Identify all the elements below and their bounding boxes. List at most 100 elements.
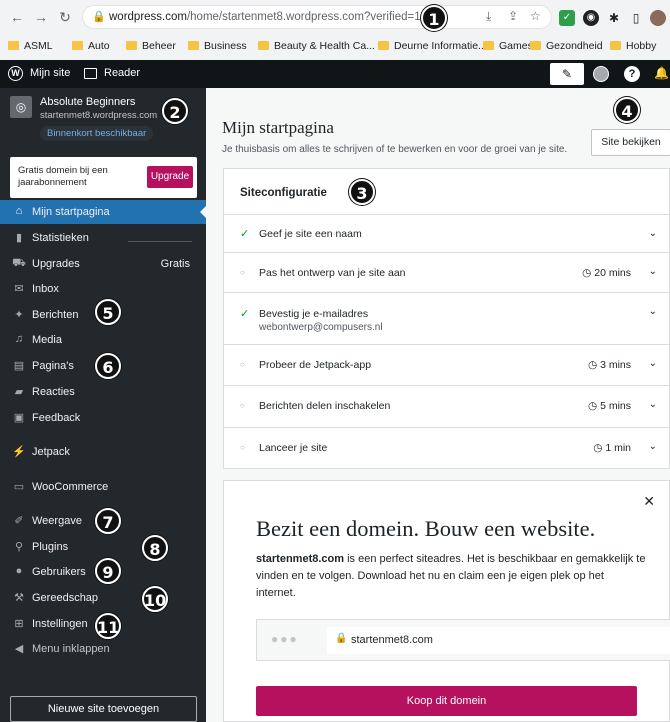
task-label: Probeer de Jetpack-app: [259, 359, 372, 371]
forward-icon[interactable]: →: [32, 8, 50, 26]
task-time: ◷ 5 mins: [587, 400, 631, 412]
write-button[interactable]: ✎: [550, 63, 584, 85]
task-time: ◷ 20 mins: [582, 267, 631, 279]
task-email: webontwerp@compusers.nl: [259, 322, 383, 333]
help-icon[interactable]: ?: [624, 66, 640, 82]
profile-avatar[interactable]: [650, 10, 666, 26]
bookmark-item[interactable]: ASML: [8, 40, 53, 52]
sidebar-item-woocommerce[interactable]: ▭ WooCommerce: [0, 475, 206, 499]
task-row[interactable]: ○ Berichten delen inschakelen ◷ 5 mins ⌄: [224, 385, 670, 427]
avatar[interactable]: [593, 66, 609, 82]
sidebar-item-label: Menu inklappen: [32, 643, 110, 655]
reload-icon[interactable]: ↻: [56, 8, 74, 26]
my-site-link[interactable]: Mijn site: [30, 67, 70, 79]
bookmark-item[interactable]: Business: [188, 40, 247, 52]
page-icon: ▤: [13, 360, 25, 372]
clock-icon: ◷: [593, 442, 603, 454]
url-text: wordpress.com/home/startenmet8.wordpress…: [109, 11, 421, 23]
extensions-puzzle-icon[interactable]: ✱: [606, 10, 622, 26]
task-row[interactable]: ○ Lanceer je site ◷ 1 min ⌄: [224, 427, 670, 469]
task-row[interactable]: ○ Probeer de Jetpack-app ◷ 3 mins ⌄: [224, 344, 670, 385]
sidebar-item-label: Upgrades: [32, 258, 80, 270]
folder-icon: [188, 41, 199, 50]
folder-icon: [530, 41, 541, 50]
back-icon[interactable]: ←: [8, 8, 26, 26]
chevron-down-icon[interactable]: ⌄: [649, 266, 657, 277]
bookmark-item[interactable]: Deurne Informatie...: [378, 40, 487, 52]
upgrade-button[interactable]: Upgrade: [147, 166, 193, 188]
preview-url: startenmet8.com: [351, 634, 433, 646]
wordpress-logo-icon[interactable]: W: [8, 66, 23, 81]
bell-icon[interactable]: 🔔: [654, 66, 669, 80]
bookmark-item[interactable]: Gezondheid: [530, 40, 603, 52]
collapse-icon: ◀: [14, 643, 24, 655]
star-icon[interactable]: ☆: [530, 9, 541, 23]
chevron-down-icon[interactable]: ⌄: [649, 441, 657, 452]
sidebar-item-upgrades[interactable]: ⛟ Upgrades Gratis: [0, 252, 206, 276]
callout-badge: 3: [349, 179, 375, 205]
bookmark-item[interactable]: Games: [483, 40, 533, 52]
sidebar-item-tools[interactable]: ⚒ Gereedschap: [0, 586, 206, 610]
sidebar-item-comments[interactable]: ▰ Reacties: [0, 380, 206, 404]
sidebar-item-extra: Gratis: [160, 258, 190, 270]
callout-badge: 7: [95, 508, 121, 534]
folder-icon: [72, 41, 83, 50]
folder-icon: [126, 41, 137, 50]
sidebar-item-label: Feedback: [32, 412, 81, 424]
site-name: Absolute Beginners: [40, 96, 136, 108]
chevron-down-icon[interactable]: ⌄: [649, 358, 657, 369]
pen-icon: ✎: [561, 67, 573, 81]
upgrade-card: Gratis domein bij een jaarabonnement Upg…: [10, 157, 197, 198]
bookmark-item[interactable]: Auto: [72, 40, 110, 52]
task-row[interactable]: ✓ Geef je site een naam ⌄: [224, 214, 670, 252]
sidebar-item-inbox[interactable]: ✉ Inbox: [0, 277, 206, 301]
site-setup-card: Siteconfiguratie ✓ Geef je site een naam…: [223, 168, 670, 469]
sidebar-item-feedback[interactable]: ▣ Feedback: [0, 406, 206, 430]
sidebar-item-label: WooCommerce: [32, 481, 109, 493]
globe-icon: ◎: [10, 96, 32, 118]
chevron-down-icon[interactable]: ⌄: [649, 228, 657, 239]
folder-icon: [258, 41, 269, 50]
sidebar-item-stats[interactable]: ▮ Statistieken: [0, 226, 206, 250]
chevron-down-icon[interactable]: ⌄: [649, 306, 657, 317]
view-site-button[interactable]: Site bekijken: [591, 129, 670, 156]
jetpack-icon: ⚡: [12, 446, 26, 458]
bookmark-item[interactable]: Beauty & Health Ca...: [258, 40, 375, 52]
reader-link[interactable]: Reader: [104, 67, 140, 79]
sidebar-item-home[interactable]: ⌂ Mijn startpagina: [0, 200, 206, 224]
task-row[interactable]: ✓ Bevestig je e-mailadres webontwerp@com…: [224, 292, 670, 344]
main-content: Mijn startpagina Je thuisbasis om alles …: [206, 88, 670, 722]
sidepanel-icon[interactable]: ▯: [628, 10, 644, 26]
sidebar-item-plugins[interactable]: ⚲ Plugins: [0, 535, 206, 559]
divider: [128, 241, 192, 242]
lock-icon: 🔒: [92, 11, 106, 23]
feedback-icon: ▣: [13, 412, 25, 424]
close-icon[interactable]: ✕: [643, 493, 655, 510]
card-title: Siteconfiguratie: [240, 187, 327, 199]
preview-address-bar: 🔒 startenmet8.com: [327, 627, 670, 654]
upgrade-text: Gratis domein bij een jaarabonnement: [18, 165, 108, 188]
buy-domain-button[interactable]: Koop dit domein: [256, 686, 637, 716]
chevron-down-icon[interactable]: ⌄: [649, 399, 657, 410]
sidebar-item-media[interactable]: ♫ Media: [0, 328, 206, 352]
add-site-button[interactable]: Nieuwe site toevoegen: [10, 696, 197, 722]
task-label: Pas het ontwerp van je site aan: [259, 267, 406, 279]
extension-circle-icon[interactable]: ◉: [583, 10, 599, 26]
callout-badge: 1: [421, 5, 447, 31]
callout-badge: 11: [95, 613, 121, 639]
task-row[interactable]: ○ Pas het ontwerp van je site aan ◷ 20 m…: [224, 252, 670, 292]
sidebar-item-jetpack[interactable]: ⚡ Jetpack: [0, 440, 206, 464]
task-label: Bevestig je e-mailadres: [259, 308, 369, 320]
bookmark-item[interactable]: Hobby: [610, 40, 656, 52]
wrench-icon: ⚒: [14, 592, 24, 604]
sidebar-item-label: Media: [32, 334, 62, 346]
address-bar[interactable]: 🔒 wordpress.com/home/startenmet8.wordpre…: [82, 5, 552, 29]
share-icon[interactable]: ⇪: [508, 9, 518, 23]
install-icon[interactable]: ⤓: [486, 9, 491, 24]
extension-check-icon[interactable]: ✓: [559, 10, 575, 26]
sidebar-item-collapse[interactable]: ◀ Menu inklappen: [0, 637, 206, 661]
task-label: Geef je site een naam: [259, 228, 362, 240]
callout-badge: 8: [142, 535, 168, 561]
bookmark-item[interactable]: Beheer: [126, 40, 176, 52]
domain-preview: ●●● 🔒 startenmet8.com: [256, 619, 670, 661]
